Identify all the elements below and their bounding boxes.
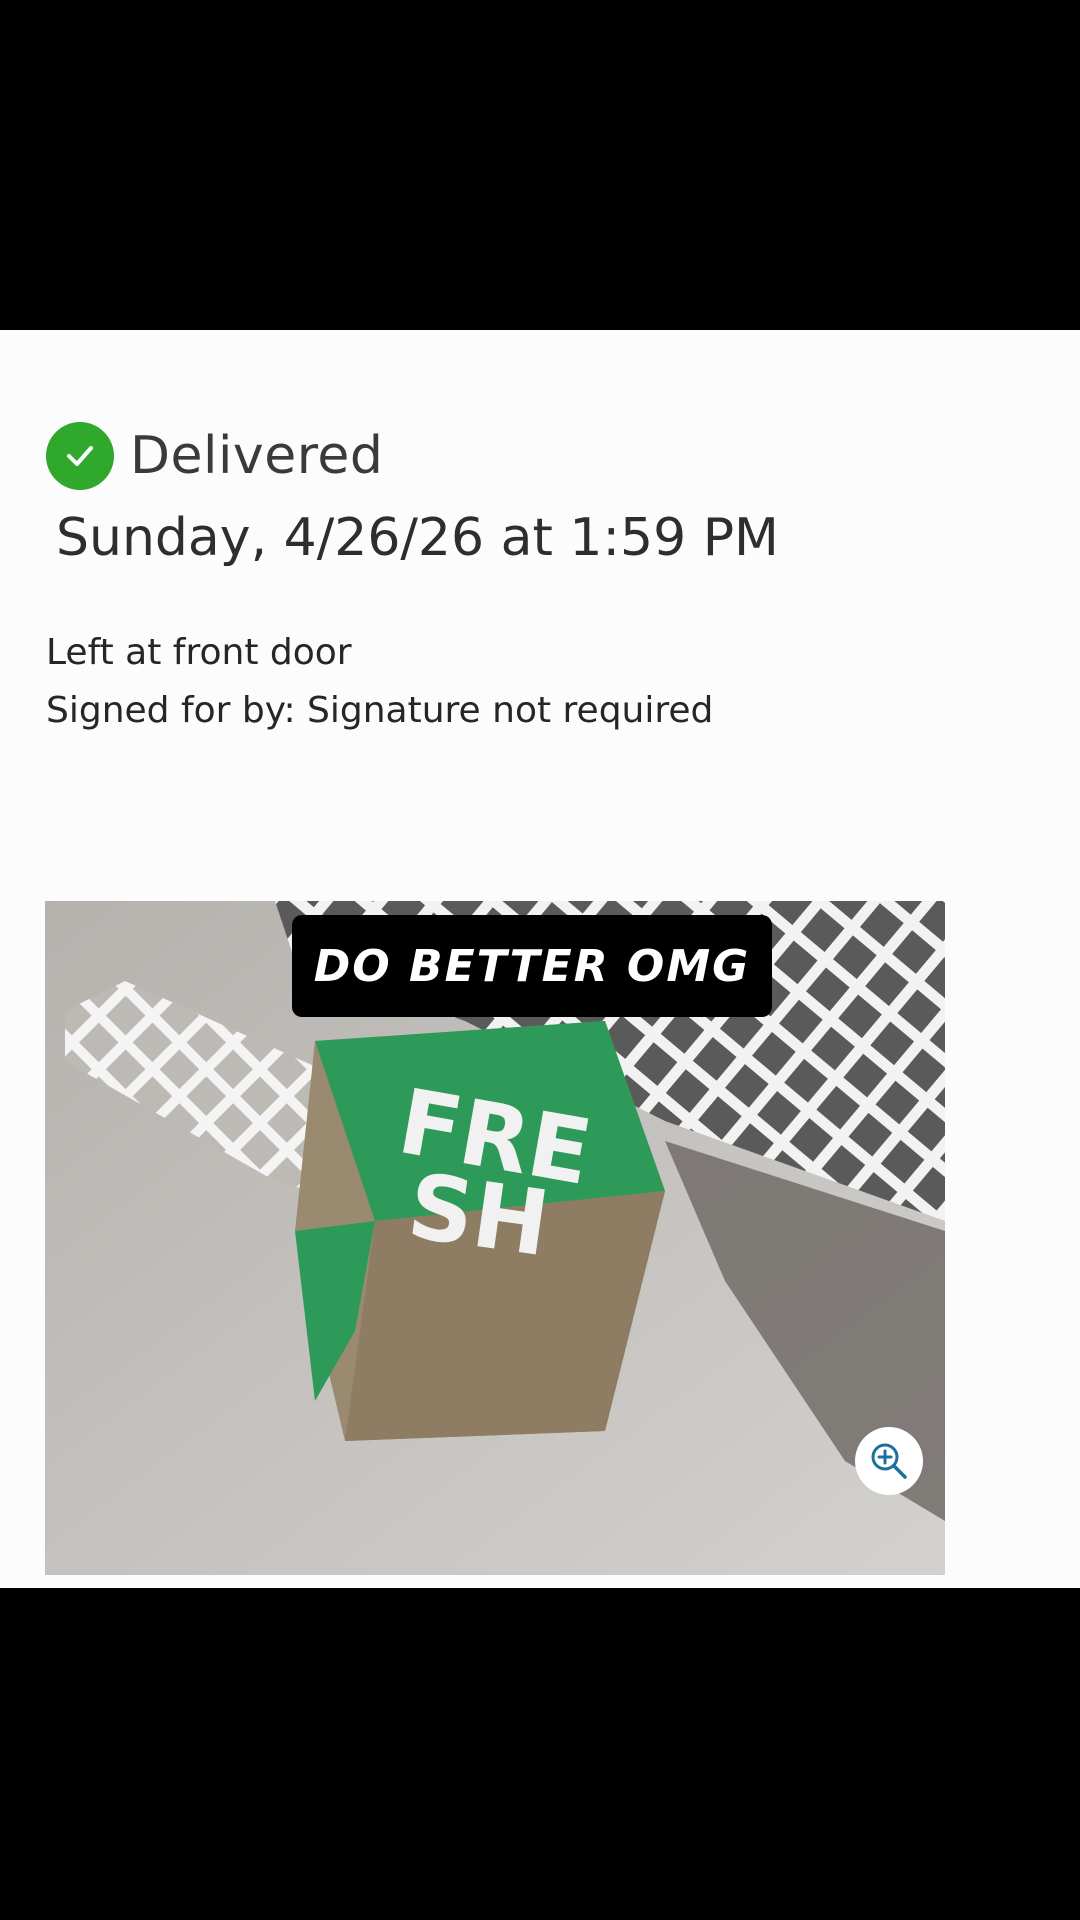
top-black-bar <box>0 0 1080 330</box>
bottom-black-bar <box>0 1588 1080 1920</box>
check-circle-icon <box>46 422 114 490</box>
svg-text:SH: SH <box>402 1154 555 1277</box>
status-row: Delivered <box>46 422 383 490</box>
zoom-in-icon <box>871 1443 907 1479</box>
delivery-datetime: Sunday, 4/26/26 at 1:59 PM <box>56 508 779 568</box>
status-label: Delivered <box>130 426 384 486</box>
delivery-location: Left at front door <box>46 632 352 673</box>
caption-text: DO BETTER OMG <box>313 940 751 992</box>
delivery-card: Delivered Sunday, 4/26/26 at 1:59 PM Lef… <box>0 330 1080 1588</box>
zoom-in-button[interactable] <box>855 1427 923 1495</box>
delivery-photo[interactable]: FRE SH DO BETTER OMG <box>45 901 945 1575</box>
photo-caption: DO BETTER OMG <box>292 915 772 1017</box>
signature-info: Signed for by: Signature not required <box>46 690 714 731</box>
